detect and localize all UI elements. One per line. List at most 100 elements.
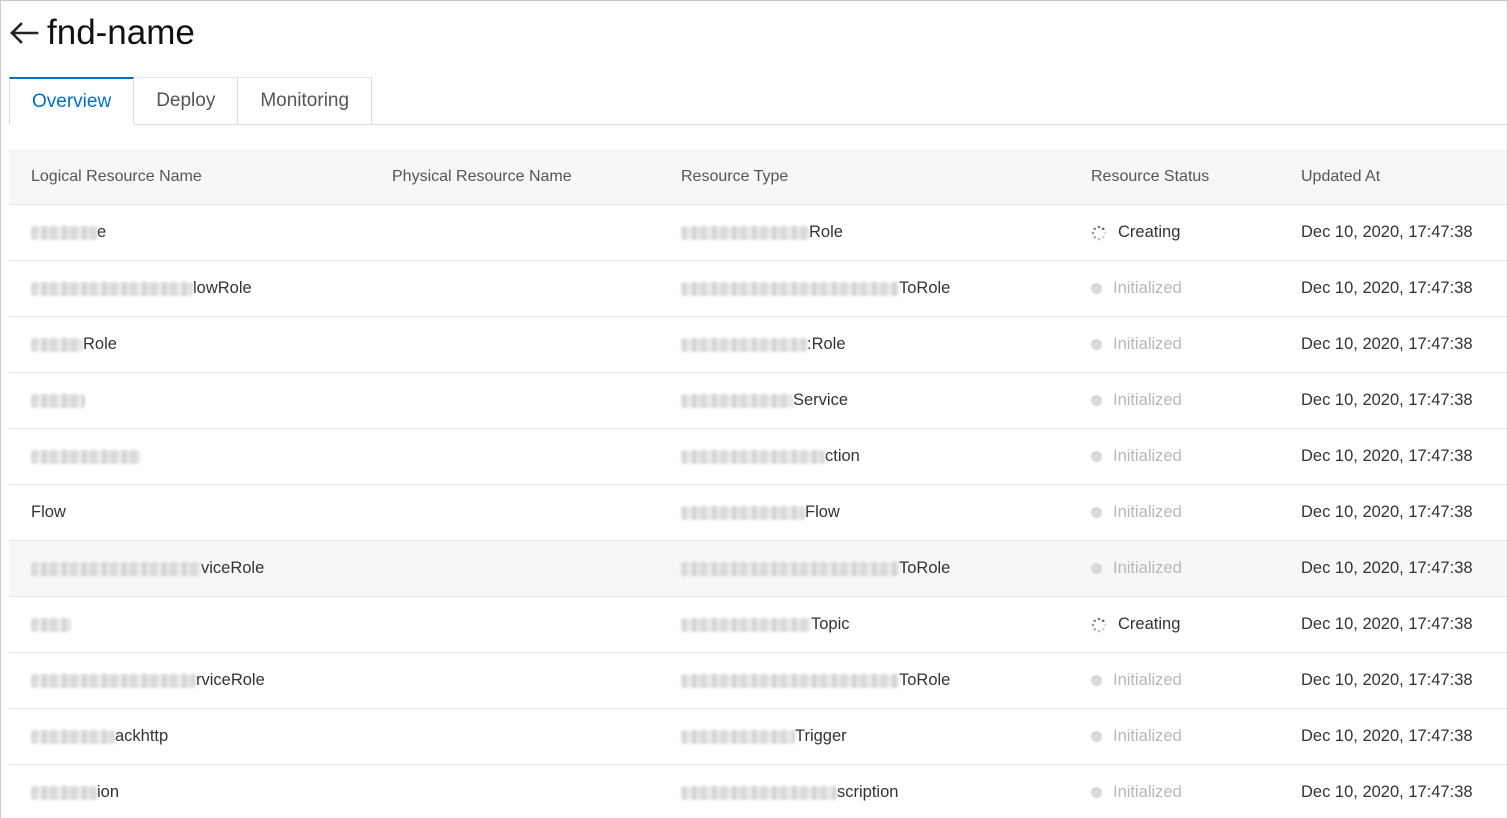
resource-type: Role — [809, 223, 843, 241]
resource-status-cell: Initialized — [1069, 391, 1279, 410]
column-header-resource-status: Resource Status — [1091, 167, 1210, 185]
redacted-text — [681, 225, 809, 240]
table-row[interactable]: lowRole ToRole Initialized Dec 10, 2020, 17… — [9, 261, 1507, 317]
updated-at-cell: Dec 10, 2020, 17:47:38 — [1301, 615, 1473, 633]
updated-at-cell: Dec 10, 2020, 17:47:38 — [1301, 223, 1473, 241]
table-row[interactable]: ction Initialized Dec 10, 2020, 17:47:38 — [9, 429, 1507, 485]
resource-status: Initialized — [1113, 335, 1182, 353]
status-dot-icon — [1091, 507, 1102, 518]
table-row[interactable]: Topic Creating Dec 10, 2020, 17:47:38 — [9, 597, 1507, 653]
resource-status: Initialized — [1113, 671, 1182, 689]
redacted-text — [31, 337, 83, 352]
tab-overview[interactable]: Overview — [9, 77, 135, 125]
redacted-text — [681, 449, 825, 464]
resource-type: :Role — [807, 335, 846, 353]
logical-resource-name-cell — [9, 393, 370, 408]
tab-monitoring[interactable]: Monitoring — [238, 77, 373, 125]
logical-resource-name: ackhttp — [115, 727, 169, 745]
logical-resource-name: rviceRole — [196, 671, 265, 689]
updated-at-cell: Dec 10, 2020, 17:47:38 — [1301, 447, 1473, 465]
updated-at-cell: Dec 10, 2020, 17:47:38 — [1301, 783, 1473, 801]
resource-type-cell: Topic — [661, 615, 1069, 634]
resource-type-cell: ToRole — [661, 559, 1069, 578]
tab-bar: Overview Deploy Monitoring — [9, 77, 373, 125]
page-title: fnd-name — [47, 13, 195, 52]
table-row[interactable]: Role :Role Initialized Dec 10, 2020, 17:47:… — [9, 317, 1507, 373]
updated-at-cell: Dec 10, 2020, 17:47:38 — [1301, 671, 1473, 689]
logical-resource-name-cell: e — [9, 223, 370, 242]
updated-at-cell: Dec 10, 2020, 17:47:38 — [1301, 391, 1473, 409]
logical-resource-name-cell: Role — [9, 335, 370, 354]
resource-type: ction — [825, 447, 860, 465]
redacted-text — [31, 729, 115, 744]
resource-type: ToRole — [899, 559, 951, 577]
resource-type: Flow — [805, 503, 840, 521]
logical-resource-name-cell: ion — [9, 783, 370, 802]
updated-at-cell: Dec 10, 2020, 17:47:38 — [1301, 727, 1473, 745]
table-body: e Role Creating Dec 10, 2020, 17:47:38 lowRo… — [9, 205, 1507, 818]
resource-type-cell: Trigger — [661, 727, 1069, 746]
resource-stack-page: fnd-name Overview Deploy Monitoring Logi… — [0, 0, 1508, 818]
resource-status-cell: Initialized — [1069, 783, 1279, 802]
table-row[interactable]: rviceRole ToRole Initialized Dec 10, 2020, … — [9, 653, 1507, 709]
resource-status: Initialized — [1113, 279, 1182, 297]
resource-status-cell: Initialized — [1069, 671, 1279, 690]
resource-type: ToRole — [899, 279, 951, 297]
back-button[interactable] — [1, 9, 45, 57]
redacted-text — [681, 617, 811, 632]
redacted-text — [31, 281, 193, 296]
tab-deploy[interactable]: Deploy — [134, 77, 239, 125]
table-header: Logical Resource Name Physical Resource … — [9, 149, 1507, 205]
updated-at-cell: Dec 10, 2020, 17:47:38 — [1301, 503, 1473, 521]
table-row[interactable]: ackhttp Trigger Initialized Dec 10, 2020, 1… — [9, 709, 1507, 765]
updated-at-cell: Dec 10, 2020, 17:47:38 — [1301, 279, 1473, 297]
resource-status-cell: Initialized — [1069, 279, 1279, 298]
resource-type: scription — [837, 783, 899, 801]
logical-resource-name: Role — [83, 335, 117, 353]
resource-status: Initialized — [1113, 727, 1182, 745]
resource-status-cell: Initialized — [1069, 335, 1279, 354]
status-dot-icon — [1091, 675, 1102, 686]
resource-type-cell: :Role — [661, 335, 1069, 354]
resource-type: Trigger — [795, 727, 847, 745]
redacted-text — [31, 617, 71, 632]
status-dot-icon — [1091, 283, 1102, 294]
logical-resource-name-cell — [9, 449, 370, 464]
resource-type-cell: Role — [661, 223, 1069, 242]
resource-type: Service — [793, 391, 849, 409]
redacted-text — [31, 673, 196, 688]
updated-at-cell: Dec 10, 2020, 17:47:38 — [1301, 335, 1473, 353]
redacted-text — [681, 673, 899, 688]
resource-status-cell: Initialized — [1069, 447, 1279, 466]
resource-type-cell: scription — [661, 783, 1069, 802]
resource-type: Topic — [811, 615, 850, 633]
table-row[interactable]: Flow Flow Initialized Dec 10, 2020, 17:47:3… — [9, 485, 1507, 541]
logical-resource-name: e — [97, 223, 107, 241]
updated-at-cell: Dec 10, 2020, 17:47:38 — [1301, 559, 1473, 577]
table-row[interactable]: e Role Creating Dec 10, 2020, 17:47:38 — [9, 205, 1507, 261]
table-row[interactable]: ion scription Initialized Dec 10, 2020, 17:… — [9, 765, 1507, 818]
column-header-logical-resource-name: Logical Resource Name — [31, 167, 202, 185]
redacted-text — [681, 729, 795, 744]
status-dot-icon — [1091, 787, 1102, 798]
logical-resource-name-cell: rviceRole — [9, 671, 370, 690]
table-row[interactable]: Service Initialized Dec 10, 2020, 17:47:38 — [9, 373, 1507, 429]
resource-status-cell: Creating — [1069, 615, 1279, 634]
status-dot-icon — [1091, 731, 1102, 742]
column-header-updated-at: Updated At — [1301, 167, 1381, 185]
loading-spinner-icon — [1091, 225, 1107, 240]
resource-table: Logical Resource Name Physical Resource … — [9, 149, 1507, 818]
resource-status-cell: Creating — [1069, 223, 1279, 242]
resource-status: Initialized — [1113, 559, 1182, 577]
arrow-left-icon — [10, 22, 39, 44]
resource-status: Creating — [1118, 615, 1181, 633]
status-dot-icon — [1091, 451, 1102, 462]
redacted-text — [681, 281, 899, 296]
logical-resource-name-cell — [9, 617, 370, 632]
table-row[interactable]: viceRole ToRole Initialized Dec 10, 2020, 1… — [9, 541, 1507, 597]
column-header-resource-type: Resource Type — [681, 167, 789, 185]
resource-type-cell: ction — [661, 447, 1069, 466]
status-dot-icon — [1091, 563, 1102, 574]
resource-type-cell: ToRole — [661, 279, 1069, 298]
resource-status: Initialized — [1113, 503, 1182, 521]
